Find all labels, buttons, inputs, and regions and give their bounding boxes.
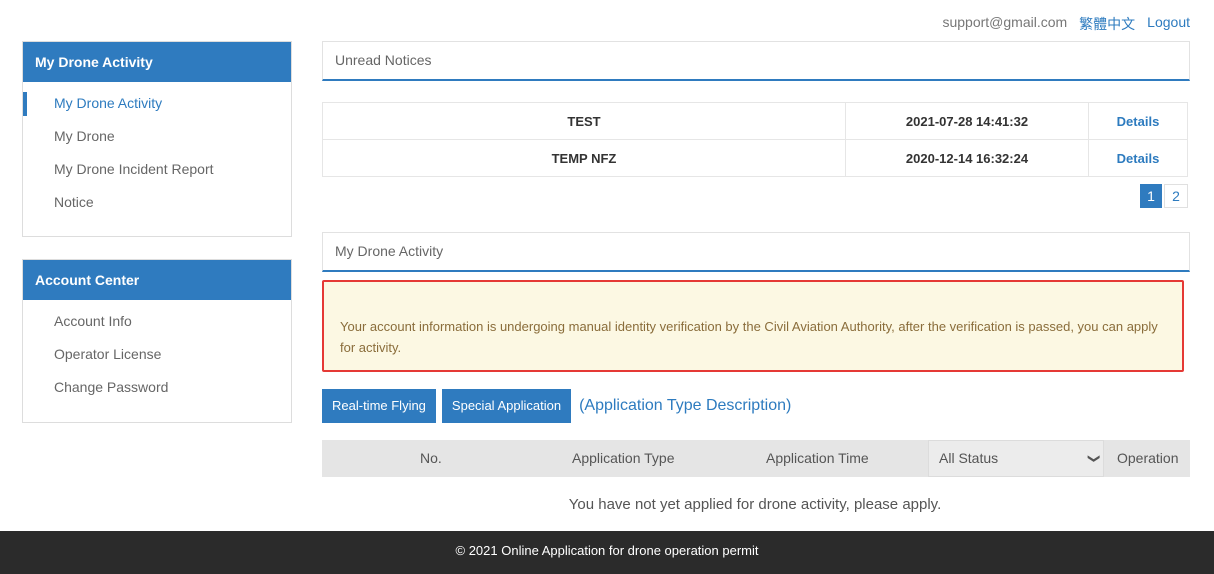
status-filter-select[interactable]: All Status ❯: [928, 440, 1104, 477]
top-links: support@gmail.com 繁體中文 Logout: [942, 14, 1190, 34]
sidebar-item-change-password[interactable]: Change Password: [23, 376, 291, 409]
sidebar-item-incident-report[interactable]: My Drone Incident Report: [23, 158, 291, 191]
sidebar-item-operator-license[interactable]: Operator License: [23, 343, 291, 376]
notice-details-link[interactable]: Details: [1088, 139, 1188, 177]
logout-link[interactable]: Logout: [1147, 14, 1190, 34]
application-buttons: Real-time Flying Special Application (Ap…: [322, 389, 791, 423]
notice-title: TEMP NFZ: [322, 139, 846, 177]
sidebar-item-account-info[interactable]: Account Info: [23, 310, 291, 343]
drone-activity-header: My Drone Activity: [322, 232, 1190, 272]
page-1-button[interactable]: 1: [1140, 184, 1162, 208]
verification-alert: Your account information is undergoing m…: [322, 280, 1184, 372]
user-email: support@gmail.com: [942, 14, 1068, 30]
panel-title: My Drone Activity: [23, 42, 291, 82]
empty-state-message: You have not yet applied for drone activ…: [568, 496, 942, 513]
applications-table-header: No. Application Type Application Time Al…: [322, 440, 1190, 477]
notice-details-link[interactable]: Details: [1088, 102, 1188, 140]
notice-time: 2020-12-14 16:32:24: [845, 139, 1089, 177]
sidebar-item-my-drone[interactable]: My Drone: [23, 125, 291, 158]
notice-title: TEST: [322, 102, 846, 140]
table-row: TEST 2021-07-28 14:41:32 Details: [322, 102, 1188, 140]
section-title: Unread Notices: [335, 52, 432, 68]
language-link[interactable]: 繁體中文: [1079, 14, 1135, 34]
application-type-description-link[interactable]: (Application Type Description): [579, 397, 791, 415]
status-filter-value: All Status: [939, 450, 999, 466]
alert-text: Your account information is undergoing m…: [340, 319, 1158, 355]
page-2-button[interactable]: 2: [1164, 184, 1188, 208]
realtime-flying-button[interactable]: Real-time Flying: [322, 389, 436, 423]
footer-text: © 2021 Online Application for drone oper…: [455, 543, 759, 558]
unread-notices-header: Unread Notices: [322, 41, 1190, 81]
notice-time: 2021-07-28 14:41:32: [845, 102, 1089, 140]
section-title: My Drone Activity: [335, 243, 444, 259]
pagination: 1 2: [1140, 184, 1188, 208]
sidebar-item-my-drone-activity[interactable]: My Drone Activity: [23, 92, 291, 125]
footer: © 2021 Online Application for drone oper…: [0, 531, 1214, 574]
column-header-type: Application Type: [572, 450, 675, 466]
sidebar-item-notice[interactable]: Notice: [23, 191, 291, 224]
sidebar-activity-panel: My Drone Activity My Drone Activity My D…: [22, 41, 292, 237]
column-header-operation: Operation: [1117, 450, 1179, 466]
table-row: TEMP NFZ 2020-12-14 16:32:24 Details: [322, 139, 1188, 177]
column-header-no: No.: [420, 450, 442, 466]
sidebar-account-panel: Account Center Account Info Operator Lic…: [22, 259, 292, 423]
chevron-down-icon: ❯: [1087, 453, 1102, 464]
special-application-button[interactable]: Special Application: [441, 389, 572, 423]
notices-table: TEST 2021-07-28 14:41:32 Details TEMP NF…: [322, 102, 1188, 177]
column-header-time: Application Time: [766, 450, 869, 466]
panel-title: Account Center: [23, 260, 291, 300]
